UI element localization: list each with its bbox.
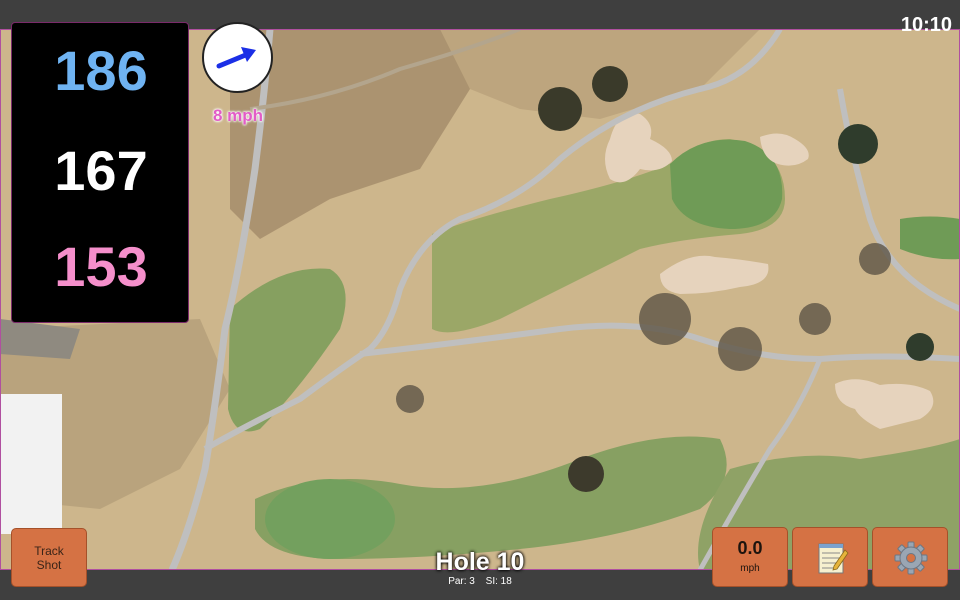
- track-shot-label-line1: Track: [34, 543, 64, 558]
- track-shot-label-line2: Shot: [36, 557, 62, 572]
- speed-unit: mph: [740, 563, 760, 574]
- gear-icon: [894, 541, 928, 575]
- hole-info: Par: 3 SI: 18: [380, 576, 580, 587]
- distance-middle: 167: [54, 139, 148, 202]
- hole-par: Par: 3: [448, 576, 475, 587]
- wind-arrow-icon: [216, 47, 256, 69]
- track-shot-button[interactable]: Track Shot: [11, 528, 87, 587]
- notes-button[interactable]: [792, 527, 868, 587]
- distance-panel: 186 167 153: [11, 22, 189, 323]
- settings-button[interactable]: [872, 527, 948, 587]
- clock: 10:10: [900, 14, 952, 36]
- hole-stroke-index: SI: 18: [485, 576, 512, 587]
- hole-title: Hole 10: [435, 548, 525, 576]
- speed-button[interactable]: 0.0 mph: [712, 527, 788, 587]
- distance-front: 153: [54, 235, 148, 298]
- wind-speed: 8 mph: [212, 106, 264, 125]
- distance-back: 186: [54, 39, 148, 102]
- speed-value: 0.0: [737, 538, 763, 558]
- notepad-icon: [818, 543, 849, 574]
- wind-indicator: [202, 22, 273, 93]
